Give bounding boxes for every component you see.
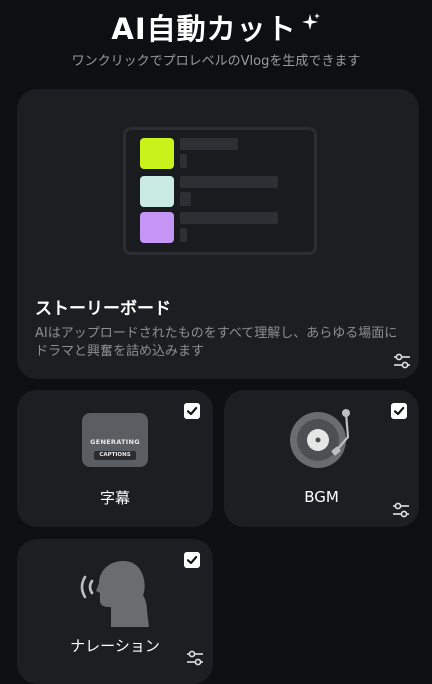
check-icon[interactable] xyxy=(184,403,200,419)
storyboard-card[interactable]: ストーリーボード AIはアップロードされたものをすべて理解し、あらゆる場面にドラ… xyxy=(17,89,419,379)
placeholder-bar xyxy=(180,212,278,224)
storyboard-description: AIはアップロードされたものをすべて理解し、あらゆる場面にドラマと興奮を詰め込み… xyxy=(35,326,398,359)
narration-card[interactable]: ナレーション xyxy=(17,539,213,684)
bgm-card[interactable]: BGM xyxy=(224,390,419,527)
bgm-label: BGM xyxy=(304,488,339,506)
adjust-settings-icon[interactable] xyxy=(393,353,411,369)
storyboard-title: ストーリーボード xyxy=(35,299,171,319)
sparkle-icon xyxy=(301,13,320,30)
placeholder-bar xyxy=(180,228,187,242)
storyboard-illustration xyxy=(123,127,317,255)
placeholder-bar xyxy=(180,176,278,188)
color-swatch xyxy=(140,138,174,169)
turntable-icon xyxy=(290,409,350,468)
placeholder-bar xyxy=(180,192,191,206)
adjust-settings-icon[interactable] xyxy=(392,502,410,518)
narration-label: ナレーション xyxy=(70,637,160,655)
captions-icon: GENERATING CAPTIONS xyxy=(82,413,148,467)
page-title: AI自動カット xyxy=(111,12,297,46)
color-swatch xyxy=(140,212,174,243)
page-subtitle: ワンクリックでプロレベルのVlogを生成できます xyxy=(71,54,361,69)
captions-card[interactable]: GENERATING CAPTIONS 字幕 xyxy=(17,390,213,527)
captions-label: 字幕 xyxy=(99,489,130,507)
placeholder-bar xyxy=(180,154,187,168)
captions-tile-line1: GENERATING xyxy=(90,438,140,446)
check-icon[interactable] xyxy=(391,403,407,419)
adjust-settings-icon[interactable] xyxy=(186,650,204,666)
title-row: AI自動カット xyxy=(0,6,432,48)
captions-tile-line2: CAPTIONS xyxy=(94,451,136,460)
check-icon[interactable] xyxy=(184,552,200,568)
placeholder-bar xyxy=(180,138,238,150)
speaking-head-icon xyxy=(80,561,149,627)
color-swatch xyxy=(140,176,174,207)
